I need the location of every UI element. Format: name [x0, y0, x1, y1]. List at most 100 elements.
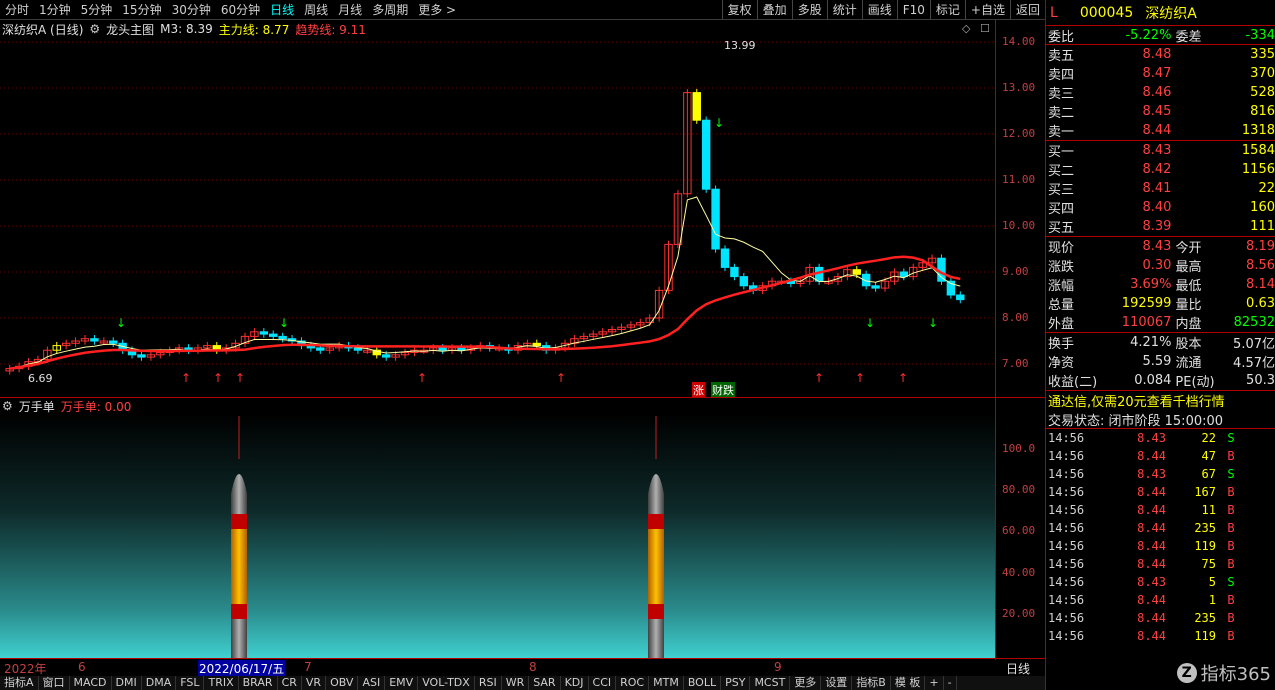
promo-link[interactable]: 通达信,仅需20元查看千档行情 [1048, 391, 1225, 410]
indicator-tick-label: 100.0 [1002, 442, 1036, 455]
tick-row: 14:56 8.44 119 B [1046, 627, 1275, 645]
gear-icon[interactable]: ⚙ [2, 399, 13, 413]
tick-price: 8.44 [1137, 611, 1166, 625]
indicator-tab-18[interactable]: CCI [589, 676, 617, 690]
tick-volume: 5 [1208, 575, 1216, 589]
close-icon[interactable]: ☐ [980, 22, 990, 35]
tool-button-8[interactable]: 返回 [1009, 0, 1045, 20]
low-price-label: 6.69 [28, 372, 53, 385]
stock-name-label: 深纺织A (日线) [2, 22, 84, 37]
tool-button-6[interactable]: 标记 [929, 0, 965, 20]
candle-body [269, 333, 278, 337]
diamond-icon[interactable]: ◇ [962, 22, 970, 35]
tick-side: B [1227, 539, 1235, 553]
tick-side: B [1227, 557, 1235, 571]
indicator-tab-0[interactable]: 指标A [0, 676, 39, 690]
level-volume: 1318 [1241, 123, 1275, 138]
stat-label: 涨跌 [1048, 260, 1075, 275]
indicator-tab-25[interactable]: 设置 [821, 676, 853, 690]
indicator-tab-17[interactable]: KDJ [561, 676, 589, 690]
level-label: 卖五 [1048, 49, 1075, 64]
indicator-tab-8[interactable]: CR [278, 676, 302, 690]
indicator-tab-26[interactable]: 指标B [852, 676, 891, 690]
order-book-row: 买四 8.40 160 [1046, 198, 1275, 217]
indicator-tab-14[interactable]: RSI [475, 676, 502, 690]
indicator-tab-19[interactable]: ROC [616, 676, 650, 690]
indicator-tab-21[interactable]: BOLL [684, 676, 722, 690]
indicator-tab-2[interactable]: MACD [70, 676, 112, 690]
kline-svg[interactable]: ↑ ↑ ↑ ↑ ↑ ↑ ↑ ↑ ↓ ↓ ↓ ↓ ↓ [0, 37, 995, 397]
stat-label: PE(动) [1175, 375, 1215, 390]
tool-button-2[interactable]: 多股 [791, 0, 827, 20]
period-tabs: 分时 1分钟 5分钟 15分钟 30分钟 60分钟 日线 周线 月线 多周期 更多 > [0, 0, 461, 20]
period-tab-4[interactable]: 30分钟 [167, 0, 216, 20]
order-book-row: 卖五 8.48 335 [1046, 45, 1275, 64]
indicator-tab-13[interactable]: VOL-TDX [418, 676, 475, 690]
level-label: 买二 [1048, 164, 1075, 179]
indicator-tab-10[interactable]: OBV [326, 676, 359, 690]
indicator-tab-1[interactable]: 窗口 [39, 676, 70, 690]
period-tab-2[interactable]: 5分钟 [76, 0, 118, 20]
indicator-tab-28[interactable]: + [925, 676, 944, 690]
level-price: 8.39 [1142, 219, 1172, 234]
indicator-tab-24[interactable]: 更多 [790, 676, 822, 690]
main-indicator-label[interactable]: 龙头主图 [106, 21, 154, 38]
indicator-tab-6[interactable]: TRIX [204, 676, 239, 690]
tick-price: 8.43 [1137, 431, 1166, 445]
indicator-tab-3[interactable]: DMI [112, 676, 142, 690]
level-volume: 160 [1250, 200, 1275, 215]
order-book-row: 买二 8.42 1156 [1046, 160, 1275, 179]
indicator-tab-11[interactable]: ASI [358, 676, 386, 690]
period-tab-3[interactable]: 15分钟 [117, 0, 166, 20]
indicator-tab-27[interactable]: 模 板 [891, 676, 926, 690]
indicator-name[interactable]: 万手单 [19, 398, 55, 415]
period-tab-5[interactable]: 60分钟 [216, 0, 265, 20]
tool-button-1[interactable]: 叠加 [756, 0, 792, 20]
indicator-tab-5[interactable]: FSL [176, 676, 205, 690]
tool-buttons: 复权 叠加 多股 统计 画线 F10 标记 +自选 返回 [721, 0, 1045, 20]
indicator-chart[interactable] [0, 414, 995, 658]
period-tab-0[interactable]: 分时 [0, 0, 34, 20]
stat-label: 内盘 [1175, 317, 1202, 332]
candlestick-chart[interactable]: ↑ ↑ ↑ ↑ ↑ ↑ ↑ ↑ ↓ ↓ ↓ ↓ ↓ 13.99 6.69 涨 财跌 [0, 37, 995, 398]
tool-button-5[interactable]: F10 [896, 0, 930, 20]
indicator-tab-7[interactable]: BRAR [239, 676, 278, 690]
tick-time: 14:56 [1048, 557, 1085, 571]
period-tab-7[interactable]: 周线 [299, 0, 333, 20]
tick-volume: 11 [1201, 503, 1216, 517]
tick-list[interactable]: 14:56 8.43 22 S 14:56 8.44 47 B 14:56 8.43 67 S 14:5… [1046, 429, 1275, 645]
tool-button-4[interactable]: 画线 [861, 0, 897, 20]
buy-arrow-icon: ↑ [898, 371, 908, 385]
indicator-tab-23[interactable]: MCST [750, 676, 791, 690]
indicator-tab-12[interactable]: EMV [385, 676, 419, 690]
gear-icon[interactable]: ⚙ [89, 22, 100, 36]
period-tab-1[interactable]: 1分钟 [34, 0, 76, 20]
indicator-tab-29[interactable]: - [944, 676, 957, 690]
candle-body [701, 119, 711, 190]
logo-icon: Z [1176, 663, 1197, 683]
indicator-tab-16[interactable]: SAR [529, 676, 561, 690]
level-label: 卖四 [1048, 68, 1075, 83]
indicator-tab-22[interactable]: PSY [721, 676, 751, 690]
indicator-tick-label: 20.00 [1002, 607, 1036, 620]
period-tab-8[interactable]: 月线 [333, 0, 367, 20]
buy-book: 买一 8.43 1584 买二 8.42 1156 买三 8.41 22 买四 8.40 160 买五 8… [1046, 141, 1275, 237]
tool-button-7[interactable]: +自选 [964, 0, 1010, 20]
period-tab-10[interactable]: 更多 > [413, 0, 461, 20]
indicator-tab-15[interactable]: WR [502, 676, 530, 690]
period-tab-9[interactable]: 多周期 [367, 0, 413, 20]
indicator-tab-20[interactable]: MTM [649, 676, 684, 690]
level-price: 8.46 [1142, 85, 1172, 100]
period-tab-6[interactable]: 日线 [265, 0, 299, 20]
candle-body [457, 347, 466, 351]
indicator-tab-4[interactable]: DMA [142, 676, 177, 690]
indicator-tab-9[interactable]: VR [302, 676, 327, 690]
stat-label: 今开 [1175, 241, 1202, 256]
level-price: 8.47 [1142, 66, 1172, 81]
promo-row[interactable]: 通达信,仅需20元查看千档行情 [1046, 391, 1275, 410]
period-label[interactable]: 日线 [1006, 660, 1030, 677]
candle-body [692, 92, 701, 121]
tool-button-0[interactable]: 复权 [721, 0, 757, 20]
candle-body [90, 338, 99, 342]
tool-button-3[interactable]: 统计 [826, 0, 862, 20]
